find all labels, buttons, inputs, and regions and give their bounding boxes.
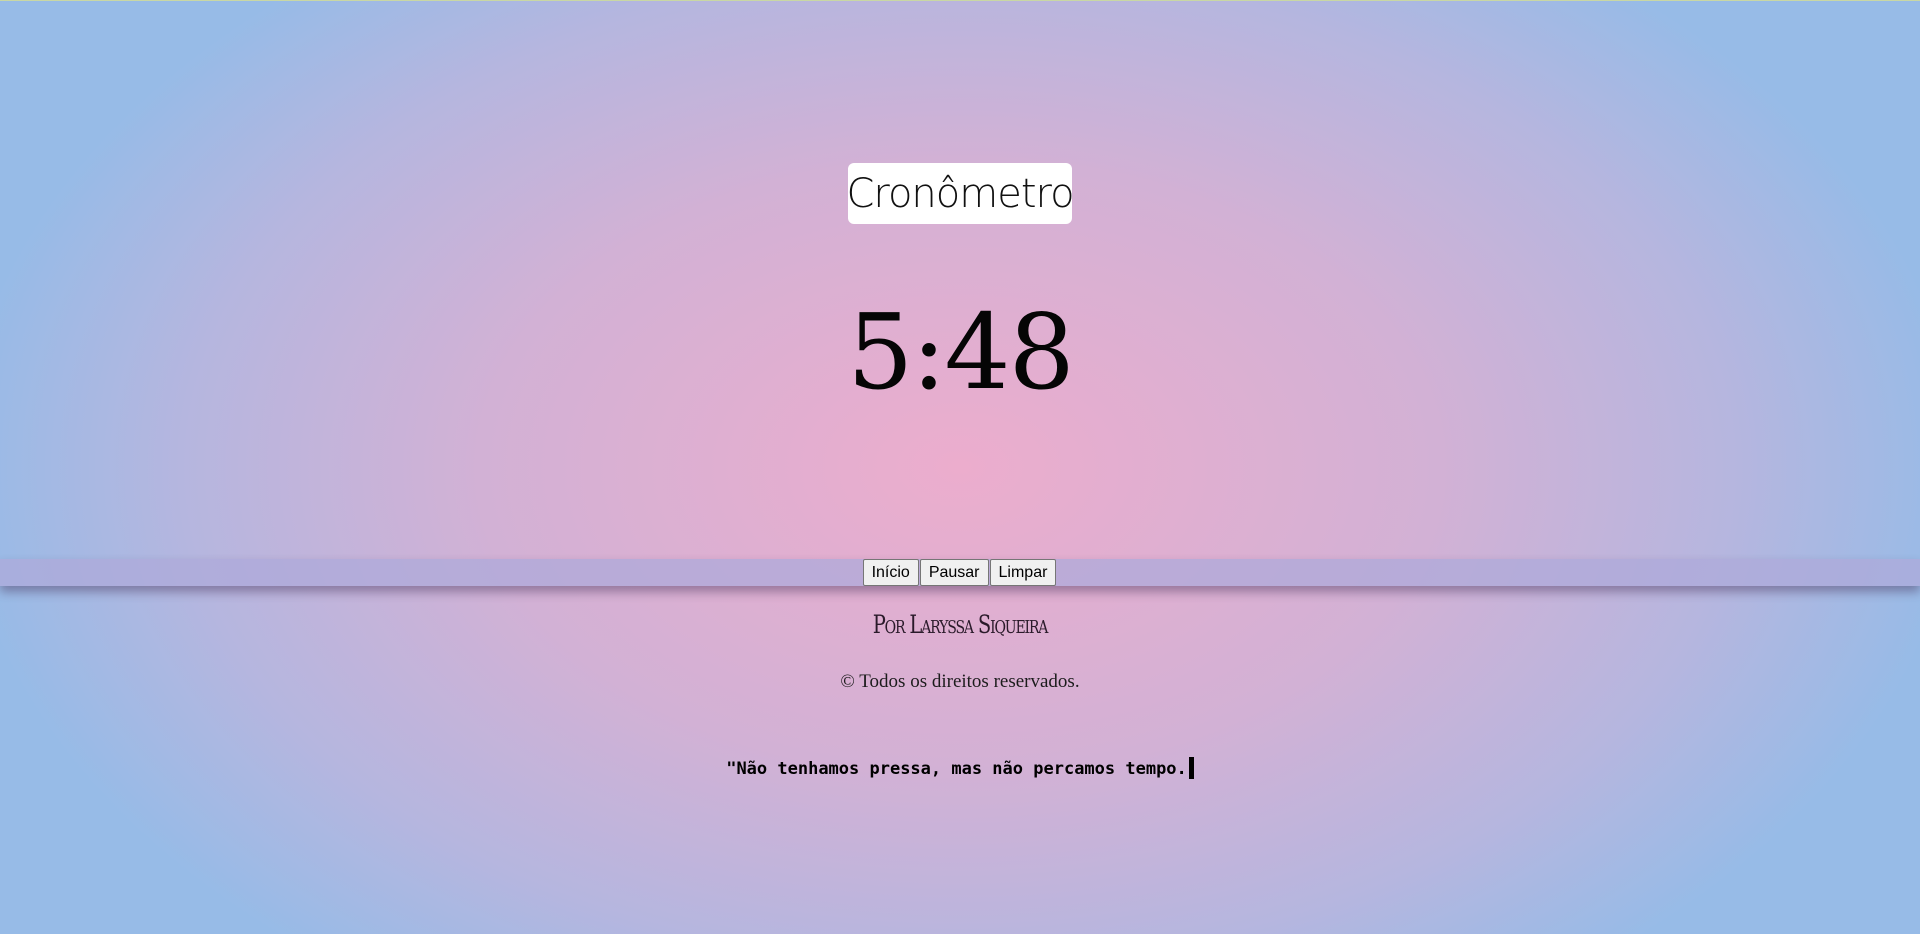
quote-text: "Não tenhamos pressa, mas não percamos t… xyxy=(726,759,1187,779)
quote-line: "Não tenhamos pressa, mas não percamos t… xyxy=(0,757,1920,779)
title-box: Cronômetro xyxy=(846,163,1075,224)
clear-button[interactable]: Limpar xyxy=(989,559,1057,586)
page-title: Cronômetro xyxy=(846,170,1074,217)
timer-display: 5:48 xyxy=(847,291,1075,413)
top-border xyxy=(0,0,1920,1)
controls-bar: Início Pausar Limpar xyxy=(0,559,1920,586)
pause-button[interactable]: Pausar xyxy=(919,559,989,586)
start-button[interactable]: Início xyxy=(862,559,919,586)
copyright-text: © Todos os direitos reservados. xyxy=(840,671,1080,692)
author-credit: Por Laryssa Siqueira xyxy=(872,610,1049,639)
typing-cursor xyxy=(1188,757,1194,779)
